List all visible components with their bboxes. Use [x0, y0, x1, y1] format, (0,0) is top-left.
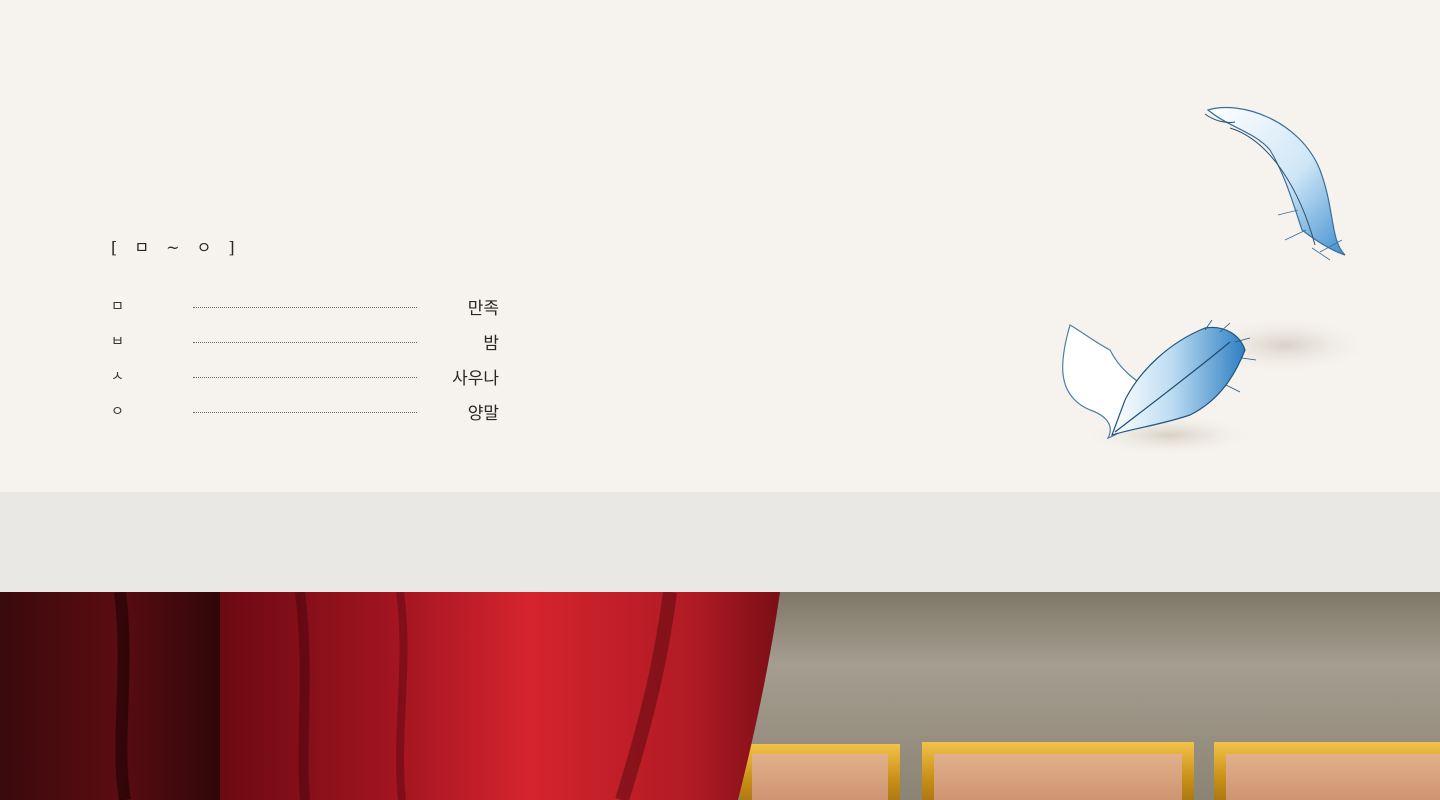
index-key: ㅇ — [111, 404, 124, 420]
section-divider-band — [0, 492, 1440, 592]
index-value: 사우나 — [452, 369, 499, 389]
feather-icon — [1204, 106, 1346, 261]
feathers-illustration — [1062, 106, 1375, 457]
index-key: ㅁ — [111, 299, 124, 315]
curtain-gallery-illustration — [0, 592, 1440, 800]
dotted-leader — [193, 342, 417, 343]
index-section: [ ㅁ ~ ㅇ ] ㅁ 만족 ㅂ 밤 ㅅ 사우나 ㅇ 양말 — [0, 0, 1440, 492]
index-heading: [ ㅁ ~ ㅇ ] — [111, 238, 241, 257]
gold-frame — [922, 742, 1194, 800]
index-row: ㅂ 밤 — [111, 327, 499, 362]
gold-frame — [740, 744, 900, 800]
index-value: 밤 — [483, 334, 499, 354]
index-row: ㅁ 만족 — [111, 292, 499, 327]
index-key: ㅂ — [111, 334, 124, 350]
index-value: 만족 — [467, 299, 499, 319]
index-value: 양말 — [467, 404, 499, 424]
banner-illustration — [0, 592, 1440, 800]
index-key: ㅅ — [111, 369, 124, 385]
dotted-leader — [193, 307, 417, 308]
index-row: ㅇ 양말 — [111, 397, 499, 432]
index-list: ㅁ 만족 ㅂ 밤 ㅅ 사우나 ㅇ 양말 — [111, 292, 499, 432]
dotted-leader — [193, 377, 417, 378]
index-row: ㅅ 사우나 — [111, 362, 499, 397]
gold-frame — [1214, 742, 1440, 800]
dotted-leader — [193, 412, 417, 413]
